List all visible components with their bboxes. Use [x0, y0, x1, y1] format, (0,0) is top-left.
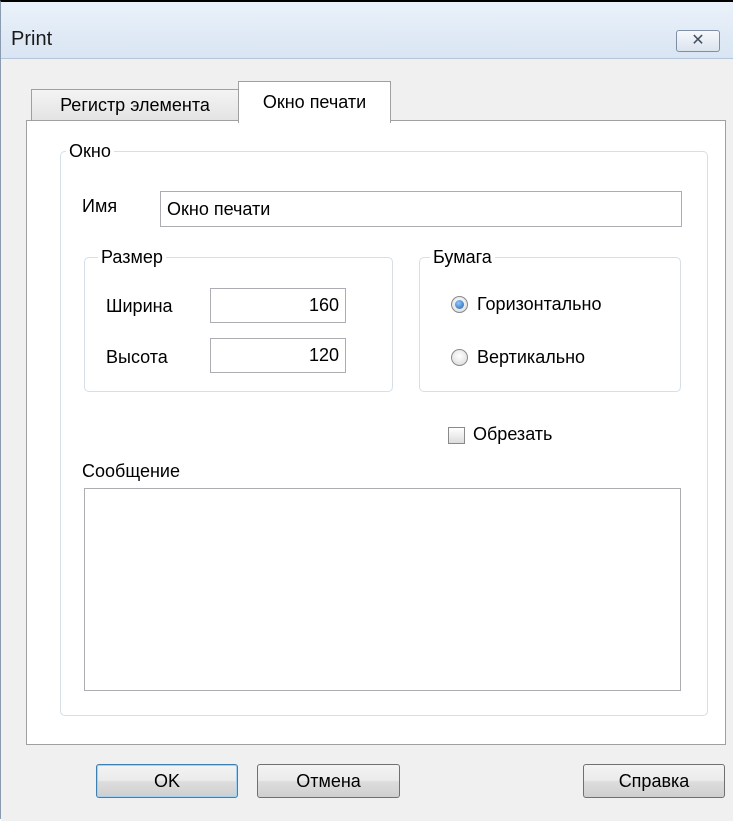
tab-element-register[interactable]: Регистр элемента — [31, 89, 239, 121]
close-icon: ✕ — [691, 32, 705, 49]
message-textarea[interactable] — [84, 488, 681, 691]
width-input[interactable] — [210, 288, 346, 323]
window-title: Print — [11, 28, 53, 50]
tab-panel: Окно Имя Размер Ширина Высота Бумага Гор… — [26, 120, 726, 745]
paper-group-legend: Бумага — [430, 246, 495, 268]
print-dialog: Print ✕ Регистр элемента Окно печати Окн… — [0, 0, 733, 821]
ok-button-label: OK — [153, 770, 180, 791]
name-input[interactable] — [160, 191, 682, 227]
crop-checkbox[interactable] — [448, 427, 465, 444]
tab-label: Окно печати — [262, 92, 367, 112]
ok-button[interactable]: OK — [96, 764, 238, 798]
cancel-button-label: Отмена — [296, 770, 361, 791]
crop-label[interactable]: Обрезать — [473, 423, 552, 445]
help-button-label: Справка — [618, 770, 690, 791]
message-label: Сообщение — [82, 461, 180, 481]
portrait-label[interactable]: Вертикально — [477, 346, 585, 368]
paper-group: Бумага — [419, 246, 681, 392]
close-button[interactable]: ✕ — [676, 30, 720, 52]
height-input[interactable] — [210, 338, 346, 373]
landscape-label[interactable]: Горизонтально — [477, 293, 602, 315]
landscape-radio[interactable] — [451, 296, 468, 313]
portrait-radio[interactable] — [451, 349, 468, 366]
tab-label: Регистр элемента — [60, 95, 210, 115]
title-bar[interactable]: Print ✕ — [1, 2, 733, 59]
window-group-legend: Окно — [66, 140, 114, 162]
size-group-legend: Размер — [98, 246, 166, 268]
help-button[interactable]: Справка — [583, 764, 725, 798]
height-label: Высота — [106, 347, 168, 367]
width-label: Ширина — [106, 296, 173, 316]
dialog-client: Регистр элемента Окно печати Окно Имя Ра… — [1, 59, 733, 821]
name-label: Имя — [82, 196, 118, 216]
cancel-button[interactable]: Отмена — [257, 764, 400, 798]
tab-print-window[interactable]: Окно печати — [238, 81, 391, 123]
